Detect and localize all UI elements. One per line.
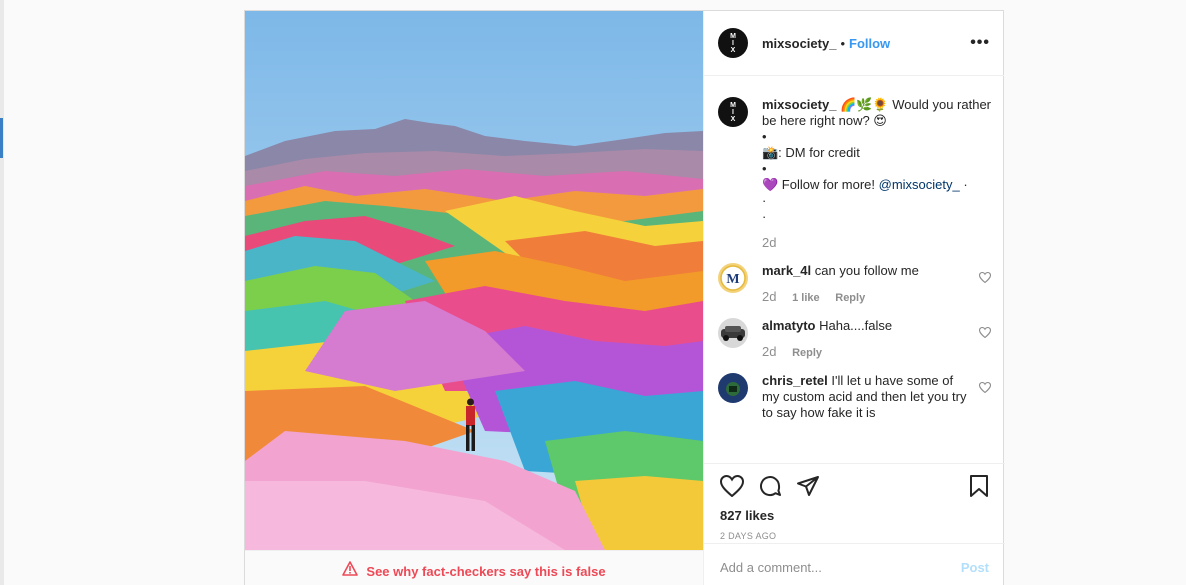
add-comment-bar: Post <box>704 543 1005 585</box>
heart-icon[interactable] <box>978 380 992 398</box>
svg-text:M: M <box>726 272 739 287</box>
avatar-letter: X <box>730 115 736 123</box>
comment: chris_retel I'll let u have some of my c… <box>718 373 992 421</box>
comment-meta: 2d Reply <box>762 344 970 361</box>
header-username[interactable]: mixsociety_ <box>762 36 836 51</box>
avatar-letter: M <box>730 101 736 109</box>
comment-text: Haha....false <box>819 318 893 333</box>
reply-button[interactable]: Reply <box>792 347 822 359</box>
avatar[interactable]: M <box>718 263 748 293</box>
heart-icon[interactable] <box>978 325 992 343</box>
bookmark-icon[interactable] <box>969 474 989 503</box>
avatar[interactable] <box>718 373 748 403</box>
caption-username[interactable]: mixsociety_ <box>762 97 836 112</box>
left-edge-strip <box>0 0 4 585</box>
avatar-letter: I <box>732 108 734 116</box>
caption-line: 💜 Follow for more! <box>762 177 875 192</box>
header-separator: • <box>840 35 845 51</box>
comment-username[interactable]: almatyto <box>762 318 815 333</box>
fact-check-banner[interactable]: See why fact-checkers say this is false <box>245 550 703 585</box>
caption-line: · <box>963 177 968 192</box>
post-actions: 827 likes 2 DAYS AGO Post <box>704 463 1005 585</box>
caption-line: · <box>762 209 767 224</box>
left-edge-accent <box>0 118 3 158</box>
caption-line: • <box>762 129 767 144</box>
comment: M mark_4l can you follow me 2d 1 like Re… <box>718 263 992 306</box>
rainbow-mountains-image <box>245 11 703 550</box>
caption: M I X mixsociety_ 🌈🌿🌻 Would you rather b… <box>718 97 991 251</box>
comment-time[interactable]: 2d <box>762 344 776 359</box>
caption-line: · <box>762 193 767 208</box>
caption-mention[interactable]: @mixsociety_ <box>879 177 960 192</box>
comment-time[interactable]: 2d <box>762 289 776 304</box>
heart-icon[interactable] <box>978 270 992 288</box>
caption-meta: 2d <box>762 235 991 251</box>
share-icon[interactable] <box>796 475 820 502</box>
likes-count[interactable]: 827 likes <box>704 508 1005 523</box>
comment-meta: 2d 1 like Reply <box>762 289 970 306</box>
avatar[interactable]: M I X <box>718 28 748 58</box>
avatar[interactable] <box>718 318 748 348</box>
post-image[interactable] <box>245 11 703 550</box>
comments-section: M I X mixsociety_ 🌈🌿🌻 Would you rather b… <box>704 77 1005 463</box>
caption-line: 📸: DM for credit <box>762 145 860 160</box>
post-timestamp[interactable]: 2 DAYS AGO <box>704 531 1005 541</box>
caption-body: mixsociety_ 🌈🌿🌻 Would you rather be here… <box>762 97 991 251</box>
avatar-letter: M <box>730 32 736 40</box>
fact-check-link[interactable]: See why fact-checkers say this is false <box>366 564 605 579</box>
comment-icon[interactable] <box>758 474 782 503</box>
comment-text: can you follow me <box>814 263 919 278</box>
post-button[interactable]: Post <box>961 560 989 575</box>
caption-time[interactable]: 2d <box>762 235 776 250</box>
action-icons <box>704 464 1005 512</box>
avatar-letter: I <box>732 39 734 47</box>
caption-line: • <box>762 161 767 176</box>
avatar-letter: X <box>730 46 736 54</box>
post-card: See why fact-checkers say this is false … <box>244 10 1005 585</box>
warning-icon <box>342 561 359 581</box>
comment-body: almatyto Haha....false 2d Reply <box>762 318 970 361</box>
comment-likes[interactable]: 1 like <box>792 292 820 304</box>
caption-emojis: 🌈🌿🌻 <box>840 97 889 112</box>
comment-body: chris_retel I'll let u have some of my c… <box>762 373 970 421</box>
post-sidebar: M I X mixsociety_ • Follow ••• M I X mix… <box>703 11 1005 585</box>
comment-username[interactable]: mark_4l <box>762 263 811 278</box>
comment-input[interactable] <box>720 560 940 575</box>
heart-icon[interactable] <box>719 474 745 502</box>
post-header: M I X mixsociety_ • Follow ••• <box>704 11 1004 76</box>
comment-username[interactable]: chris_retel <box>762 373 828 388</box>
avatar[interactable]: M I X <box>718 97 748 127</box>
comment-body: mark_4l can you follow me 2d 1 like Repl… <box>762 263 970 306</box>
more-options-icon[interactable]: ••• <box>970 34 990 52</box>
follow-button[interactable]: Follow <box>849 36 890 51</box>
comment: almatyto Haha....false 2d Reply <box>718 318 992 361</box>
reply-button[interactable]: Reply <box>835 292 865 304</box>
